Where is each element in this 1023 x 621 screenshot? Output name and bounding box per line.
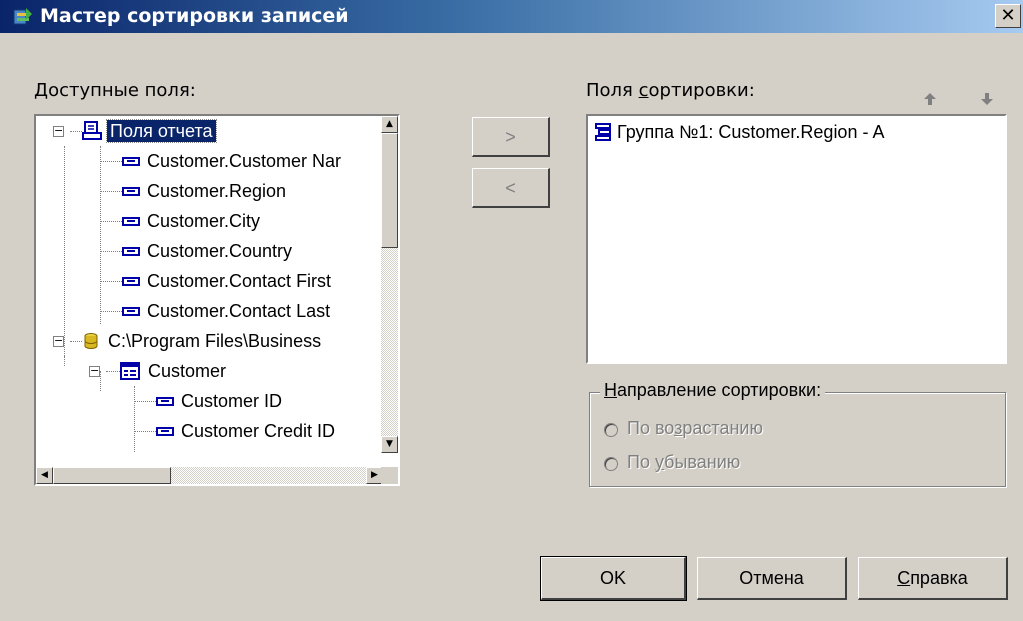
- tree-vertical-scrollbar[interactable]: ▲ ▼: [381, 116, 398, 453]
- tree-item-table[interactable]: Customer: [120, 356, 229, 386]
- ok-button[interactable]: OK: [540, 556, 687, 601]
- close-icon: ✕: [1000, 5, 1016, 26]
- sort-fields-label: Поля сортировки:: [586, 80, 755, 101]
- field-icon: [156, 427, 174, 436]
- ascending-radio[interactable]: [604, 423, 618, 437]
- window-title: Мастер сортировки записей: [40, 5, 349, 27]
- scroll-up-button[interactable]: ▲: [381, 116, 398, 133]
- tree-item-field[interactable]: Customer Credit ID: [156, 416, 338, 446]
- wizard-icon: [13, 8, 32, 25]
- tree-item-report-fields[interactable]: Поля отчета: [82, 116, 217, 146]
- table-icon: [120, 362, 140, 380]
- list-item[interactable]: Группа №1: Customer.Region - A: [594, 122, 884, 143]
- scroll-down-button[interactable]: ▼: [381, 436, 398, 453]
- descending-radio[interactable]: [604, 457, 618, 471]
- collapse-toggle-customer[interactable]: −: [89, 365, 100, 377]
- group-icon: [595, 123, 611, 141]
- tree-item-field[interactable]: Customer.Customer Nar: [122, 146, 344, 176]
- scroll-thumb[interactable]: [53, 467, 171, 484]
- remove-field-button[interactable]: <: [472, 168, 550, 208]
- move-down-icon[interactable]: [980, 92, 994, 106]
- collapse-toggle-report-fields[interactable]: −: [53, 125, 64, 137]
- help-button[interactable]: Справка: [858, 557, 1008, 600]
- move-up-icon[interactable]: [923, 92, 937, 106]
- tree-item-field[interactable]: Customer.Contact Last: [122, 296, 333, 326]
- sort-direction-legend: Направление сортировки:: [600, 380, 826, 401]
- scroll-thumb[interactable]: [381, 133, 398, 248]
- ascending-radio-label: По возрастанию: [627, 418, 763, 438]
- database-icon: [84, 333, 98, 349]
- field-icon: [122, 277, 140, 286]
- title-bar: Мастер сортировки записей ✕: [0, 0, 1023, 33]
- scroll-corner: [381, 467, 398, 484]
- close-button[interactable]: ✕: [995, 4, 1021, 28]
- field-icon: [122, 157, 140, 166]
- tree-item-field[interactable]: Customer.City: [122, 206, 263, 236]
- available-fields-tree[interactable]: − − − Поля отчета Customer.Customer Nar …: [34, 114, 400, 486]
- tree-item-field[interactable]: Customer.Country: [122, 236, 295, 266]
- arrow-up-icon: ▲: [386, 119, 393, 129]
- arrow-right-icon: ▶: [371, 470, 378, 480]
- arrow-down-icon: ▼: [386, 439, 393, 449]
- tree-horizontal-scrollbar[interactable]: ◀ ▶: [36, 467, 383, 484]
- report-fields-icon: [82, 121, 102, 140]
- tree-item-field[interactable]: Customer ID: [156, 386, 285, 416]
- field-icon: [122, 307, 140, 316]
- collapse-toggle-database[interactable]: −: [53, 335, 64, 347]
- tree-item-field[interactable]: Customer.Region: [122, 176, 289, 206]
- arrow-left-icon: ◀: [41, 470, 48, 480]
- field-icon: [156, 397, 174, 406]
- field-icon: [122, 187, 140, 196]
- field-icon: [122, 217, 140, 226]
- cancel-button[interactable]: Отмена: [697, 557, 847, 600]
- add-field-button[interactable]: >: [472, 117, 550, 157]
- tree-item-field[interactable]: Customer.Contact First: [122, 266, 334, 296]
- sort-fields-list[interactable]: Группа №1: Customer.Region - A: [586, 114, 1007, 364]
- field-icon: [122, 247, 140, 256]
- tree-item-database[interactable]: C:\Program Files\Business: [82, 326, 324, 356]
- descending-radio-label: По убыванию: [627, 452, 741, 472]
- available-fields-label: Доступные поля:: [34, 80, 196, 101]
- scroll-left-button[interactable]: ◀: [36, 467, 53, 484]
